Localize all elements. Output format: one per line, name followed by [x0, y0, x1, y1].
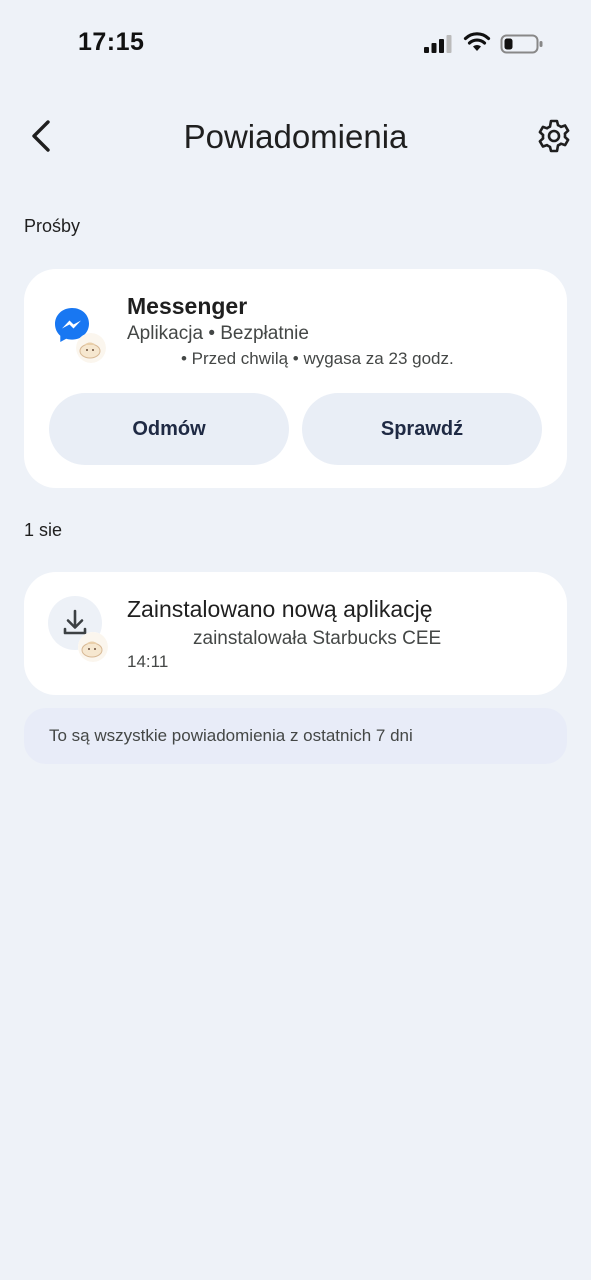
app-header: Powiadomienia [0, 100, 591, 172]
page-title: Powiadomienia [183, 118, 408, 155]
info-banner-text: To są wszystkie powiadomienia z ostatnic… [49, 726, 413, 745]
request-meta-text: • Przed chwilą • wygasa za 23 godz. [181, 349, 454, 368]
notification-icon-group [48, 596, 108, 662]
info-banner: To są wszystkie powiadomienia z ostatnic… [24, 708, 567, 764]
status-time: 17:15 [78, 28, 145, 56]
redacted-name [127, 632, 193, 646]
app-name: Messenger [127, 293, 248, 319]
request-card: Messenger Aplikacja • Bezpłatnie • Przed… [24, 269, 567, 488]
notification-subtitle-row: zainstalowała Starbucks CEE [127, 628, 441, 650]
app-subtitle: Aplikacja • Bezpłatnie [127, 323, 309, 344]
redacted-name [127, 353, 181, 367]
install-notification-card[interactable]: Zainstalowano nową aplikację zainstalowa… [24, 572, 567, 695]
section-label-date: 1 sie [24, 520, 63, 540]
app-icon-group [52, 305, 112, 365]
notification-time: 14:11 [127, 652, 169, 671]
avatar [78, 632, 108, 662]
cellular-signal-icon [424, 35, 452, 53]
avatar [76, 333, 106, 363]
notification-title: Zainstalowano nową aplikację [127, 596, 433, 622]
section-label-requests: Prośby [24, 216, 81, 236]
request-meta: • Przed chwilą • wygasa za 23 godz. [127, 349, 454, 369]
status-bar: 17:15 [0, 0, 591, 90]
gear-icon[interactable] [536, 118, 572, 154]
decline-button[interactable]: Odmów [49, 393, 289, 465]
notification-subtitle: zainstalowała Starbucks CEE [193, 628, 442, 649]
review-button[interactable]: Sprawdź [302, 393, 542, 465]
battery-icon [500, 34, 543, 54]
wifi-icon [463, 32, 491, 51]
